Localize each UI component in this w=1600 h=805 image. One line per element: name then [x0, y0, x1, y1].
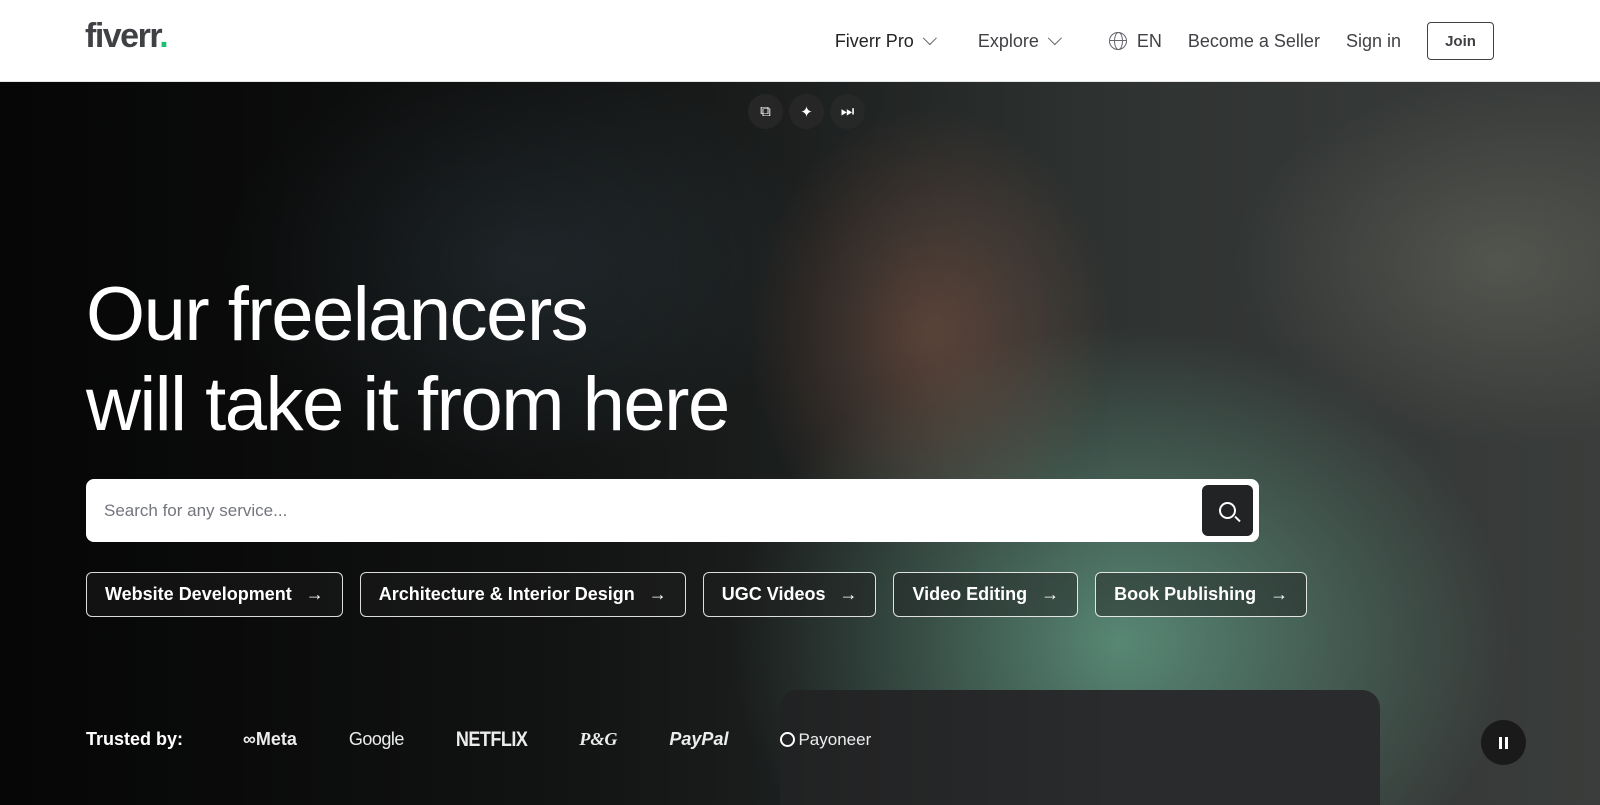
trusted-by-label: Trusted by:	[86, 729, 184, 749]
chevron-down-icon	[922, 31, 937, 46]
headline-line-2: will take it from here	[86, 362, 730, 447]
category-video-editing[interactable]: Video Editing →	[893, 572, 1079, 617]
category-book-publishing[interactable]: Book Publishing →	[1095, 572, 1308, 617]
arrow-right-icon: →	[839, 584, 858, 604]
nav-fiverr-pro-label: Fiverr Pro	[834, 30, 914, 51]
payoneer-label: Payoneer	[798, 729, 872, 749]
hero-section: ⧉ ✦ ⏭ Our freelancers will take it from …	[0, 82, 1600, 805]
pause-button[interactable]	[1481, 720, 1526, 765]
pg-logo: P&G	[579, 729, 618, 749]
site-header: fiverr. Fiverr Pro Explore EN Become a S…	[0, 0, 1600, 82]
category-architecture-interior-design[interactable]: Architecture & Interior Design →	[359, 572, 686, 617]
nav-explore-label: Explore	[977, 30, 1039, 51]
fiverr-logo[interactable]: fiverr.	[85, 17, 169, 56]
category-label: Book Publishing	[1114, 584, 1257, 604]
category-label: UGC Videos	[721, 584, 826, 604]
hero-headline: Our freelancers will take it from here	[86, 270, 730, 450]
logo-dot: .	[159, 17, 168, 55]
search-input[interactable]	[104, 479, 1154, 542]
arrow-right-icon: →	[648, 584, 667, 604]
search-bar	[86, 479, 1259, 542]
language-selector[interactable]: EN	[1108, 30, 1162, 52]
google-logo: Google	[348, 729, 405, 749]
language-label: EN	[1136, 30, 1162, 51]
become-seller-link[interactable]: Become a Seller	[1188, 31, 1320, 52]
paypal-logo: PayPal	[669, 729, 729, 749]
arrow-right-icon: →	[1270, 584, 1289, 604]
category-ugc-videos[interactable]: UGC Videos →	[702, 572, 877, 617]
arrow-right-icon: →	[305, 584, 324, 604]
category-label: Website Development	[105, 584, 292, 604]
sign-in-link[interactable]: Sign in	[1346, 31, 1401, 52]
video-controls: ⧉ ✦ ⏭	[748, 94, 865, 129]
pause-icon	[1505, 736, 1508, 749]
netflix-logo: NETFLIX	[455, 726, 528, 751]
join-button[interactable]: Join	[1427, 22, 1494, 60]
nav-explore[interactable]: Explore	[977, 30, 1062, 52]
chevron-down-icon	[1047, 31, 1062, 46]
skip-forward-icon[interactable]: ⏭	[830, 94, 865, 129]
trusted-by: Trusted by: ∞Meta Google NETFLIX P&G Pay…	[86, 726, 923, 751]
become-seller-label: Become a Seller	[1187, 30, 1320, 51]
payoneer-logo: Payoneer	[780, 730, 871, 750]
meta-logo: ∞Meta	[243, 729, 297, 749]
popular-categories: Website Development → Architecture & Int…	[86, 572, 1308, 617]
sign-in-label: Sign in	[1345, 30, 1401, 51]
category-website-development[interactable]: Website Development →	[86, 572, 343, 617]
pause-icon	[1499, 736, 1502, 749]
category-label: Video Editing	[912, 584, 1028, 604]
nav-fiverr-pro[interactable]: Fiverr Pro	[834, 30, 937, 52]
search-button[interactable]	[1202, 485, 1253, 536]
top-nav: Fiverr Pro Explore EN Become a Seller Si…	[835, 0, 1600, 82]
arrow-right-icon: →	[1041, 584, 1060, 604]
category-label: Architecture & Interior Design	[378, 584, 635, 604]
logo-text: fiverr	[85, 17, 161, 55]
sparkle-icon[interactable]: ✦	[789, 94, 824, 129]
headline-line-1: Our freelancers	[86, 272, 589, 357]
search-icon	[1219, 502, 1236, 519]
globe-icon	[1108, 32, 1127, 50]
payoneer-ring-icon	[780, 732, 796, 747]
picture-in-picture-icon[interactable]: ⧉	[748, 94, 783, 129]
